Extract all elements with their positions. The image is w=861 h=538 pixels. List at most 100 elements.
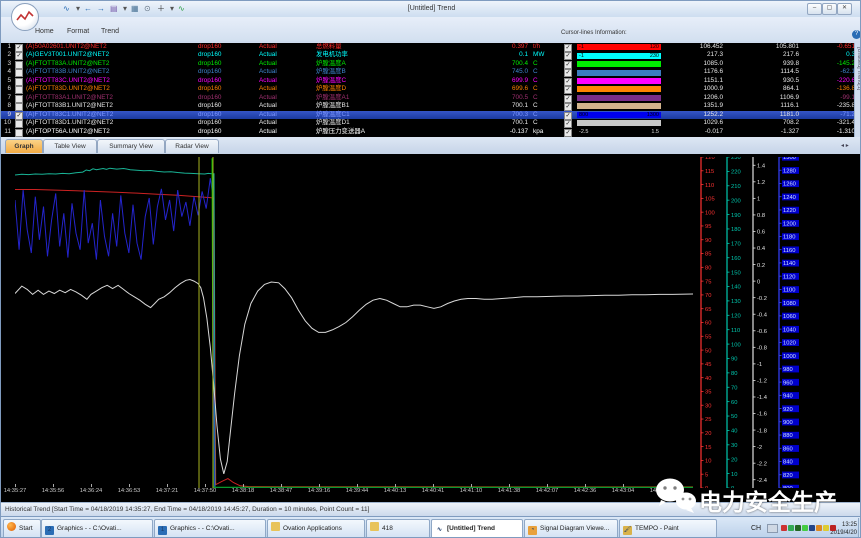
pan-right-icon[interactable]: → xyxy=(97,4,105,14)
drop-name: drop160 xyxy=(198,102,238,110)
menu-trend[interactable]: Trend xyxy=(101,27,119,36)
axis-tick-label: -0.8 xyxy=(757,346,767,352)
language-indicator[interactable]: CH xyxy=(751,524,761,533)
minimize-button[interactable]: – xyxy=(807,3,822,15)
taskbar-button[interactable]: 418 xyxy=(366,519,430,538)
point-name[interactable]: (A)50A02601.UNIT2@NET2 xyxy=(26,43,196,51)
tab-table-view[interactable]: Table View xyxy=(43,139,97,153)
scale-color-bar[interactable] xyxy=(577,61,661,67)
row-checkbox[interactable] xyxy=(15,129,23,137)
point-name[interactable]: (A)FTOTT83C1.UNIT2@NET2 xyxy=(26,111,196,119)
scale-color-bar[interactable]: -1230 xyxy=(577,53,661,59)
scale-color-bar[interactable] xyxy=(577,95,661,101)
axis-tick-label: 220 xyxy=(731,170,741,176)
x-tick-label: 14:39:16 xyxy=(308,488,331,494)
menu-format[interactable]: Format xyxy=(67,27,89,36)
tray-icon[interactable] xyxy=(823,525,829,531)
scale-max-label: 230 xyxy=(650,53,659,60)
dropdown-caret-icon[interactable]: ▾ xyxy=(76,4,80,14)
table-row[interactable]: 7(A)FTOTT83A1.UNIT2@NET2drop160Actual炉膛温… xyxy=(1,94,854,102)
x-tick-label: 14:35:27 xyxy=(4,488,27,494)
tray-icon[interactable] xyxy=(809,525,815,531)
scale-color-bar[interactable] xyxy=(577,78,661,84)
scale-color-bar[interactable]: -1120 xyxy=(577,44,661,50)
axis-tick-label: 60 xyxy=(705,321,711,327)
table-row[interactable]: 2✓(A)GEV3T001.UNIT2@NET2drop160Actual发电机… xyxy=(1,51,854,59)
table-row[interactable]: 8(A)FTOTT83B1.UNIT2@NET2drop160Actual炉膛温… xyxy=(1,102,854,110)
taskbar-button[interactable]: ∿[Untitled] Trend xyxy=(431,519,523,538)
trend-graph[interactable]: 0510152025303540455055606570758085909510… xyxy=(1,154,861,502)
scale-color-bar[interactable] xyxy=(577,70,661,76)
tab-radar-view[interactable]: Radar View xyxy=(165,139,219,153)
table-row[interactable]: 5(A)FTOTT83C.UNIT2@NET2drop160Actual炉膛温度… xyxy=(1,77,854,85)
table-row[interactable]: 3(A)FTOTT83A.UNIT2@NET2drop160Actual炉膛温度… xyxy=(1,60,854,68)
table-row[interactable]: 11(A)FTOPT56A.UNIT2@NET2drop160Actual炉膛压… xyxy=(1,128,854,136)
start-button[interactable]: Start xyxy=(3,519,41,538)
scale-color-bar[interactable] xyxy=(577,86,661,92)
point-name[interactable]: (A)GEV3T001.UNIT2@NET2 xyxy=(26,51,196,59)
help-icon[interactable]: ? xyxy=(852,30,861,39)
table-row[interactable]: 1✓(A)50A02601.UNIT2@NET2drop160Actual总燃料… xyxy=(1,43,854,51)
tray-icon[interactable] xyxy=(795,525,801,531)
table-row[interactable]: 6(A)FTOTT83D.UNIT2@NET2drop160Actual炉膛温度… xyxy=(1,85,854,93)
tray-icon[interactable] xyxy=(816,525,822,531)
point-name[interactable]: (A)FTOTT83A.UNIT2@NET2 xyxy=(26,60,196,68)
taskbar-button-icon: ◔ xyxy=(528,526,537,535)
drop-name: drop160 xyxy=(198,119,238,127)
point-name[interactable]: (A)FTOTT83A1.UNIT2@NET2 xyxy=(26,94,196,102)
taskbar-button[interactable]: 🖌TEMPO - Paint xyxy=(619,519,717,538)
table-row[interactable]: 10(A)FTOTT83D1.UNIT2@NET2drop160Actual炉膛… xyxy=(1,119,854,127)
cursor1-value: 1176.6 xyxy=(665,68,723,76)
tray-icon[interactable] xyxy=(830,525,836,531)
maximize-button[interactable]: ▢ xyxy=(822,3,837,15)
point-name[interactable]: (A)FTOTT83B.UNIT2@NET2 xyxy=(26,68,196,76)
taskbar-button[interactable]: 1Graphics - - C:\Ovati... xyxy=(154,519,266,538)
x-tick xyxy=(585,484,586,487)
scale-color-bar[interactable]: 8001300 xyxy=(577,112,661,118)
dropdown-caret-icon[interactable]: ▾ xyxy=(170,4,174,14)
export-icon[interactable]: ▤ xyxy=(110,4,118,14)
point-name[interactable]: (A)FTOTT83C.UNIT2@NET2 xyxy=(26,77,196,85)
row-number: 1 xyxy=(1,43,11,51)
close-button[interactable]: ✕ xyxy=(837,3,852,15)
pan-left-icon[interactable]: ← xyxy=(84,4,92,14)
live-trend-icon[interactable]: ∿ xyxy=(178,4,185,14)
value-mode: Actual xyxy=(259,102,293,110)
scale-color-bar[interactable]: -2.51.5 xyxy=(577,129,661,135)
plot-area[interactable] xyxy=(15,157,693,488)
dropdown-caret-icon[interactable]: ▾ xyxy=(123,4,127,14)
tray-icon[interactable] xyxy=(802,525,808,531)
scale-color-bar[interactable] xyxy=(577,103,661,109)
units-label: t/h xyxy=(533,43,559,51)
axis-tick-label: 210 xyxy=(731,184,741,190)
tray-icon[interactable] xyxy=(781,525,787,531)
point-name[interactable]: (A)FTOPT56A.UNIT2@NET2 xyxy=(26,128,196,136)
row-number: 9 xyxy=(1,111,11,119)
taskbar-button[interactable]: 2Graphics - - C:\Ovati... xyxy=(41,519,153,538)
scale-max-label: 1300 xyxy=(647,112,659,119)
scale-color-bar[interactable] xyxy=(577,120,661,126)
grid-view-icon[interactable]: ▦ xyxy=(131,4,139,14)
x-tick xyxy=(243,484,244,487)
zoom-icon[interactable]: ⊙ xyxy=(144,4,151,14)
point-name[interactable]: (A)FTOTT83D.UNIT2@NET2 xyxy=(26,85,196,93)
table-row[interactable]: 4(A)FTOTT83B.UNIT2@NET2drop160Actual炉膛温度… xyxy=(1,68,854,76)
add-point-icon[interactable]: ＋ xyxy=(157,4,165,14)
taskbar-button[interactable]: ◔Signal Diagram Viewe... xyxy=(524,519,618,538)
tray-icon[interactable] xyxy=(788,525,794,531)
taskbar-button[interactable]: Ovation Applications xyxy=(267,519,365,538)
table-row[interactable]: 9✓(A)FTOTT83C1.UNIT2@NET2drop160Actual炉膛… xyxy=(1,111,854,119)
point-description: 炉膛温度A1 xyxy=(316,94,426,102)
printer-tray-icon[interactable] xyxy=(767,524,778,533)
tab-scroll-icons[interactable]: ◂ ▸ xyxy=(841,142,849,150)
axis-tick-label: 25 xyxy=(705,417,711,423)
axis-tick-label: -0.2 xyxy=(757,296,767,302)
trend-type-icon[interactable]: ∿ xyxy=(63,4,70,14)
x-tick xyxy=(471,484,472,487)
app-logo-icon[interactable] xyxy=(11,3,39,31)
point-name[interactable]: (A)FTOTT83D1.UNIT2@NET2 xyxy=(26,119,196,127)
tab-summary-view[interactable]: Summary View xyxy=(97,139,165,153)
point-name[interactable]: (A)FTOTT83B1.UNIT2@NET2 xyxy=(26,102,196,110)
scale-checkbox[interactable]: ✓ xyxy=(564,129,572,137)
tab-graph[interactable]: Graph xyxy=(5,139,43,153)
